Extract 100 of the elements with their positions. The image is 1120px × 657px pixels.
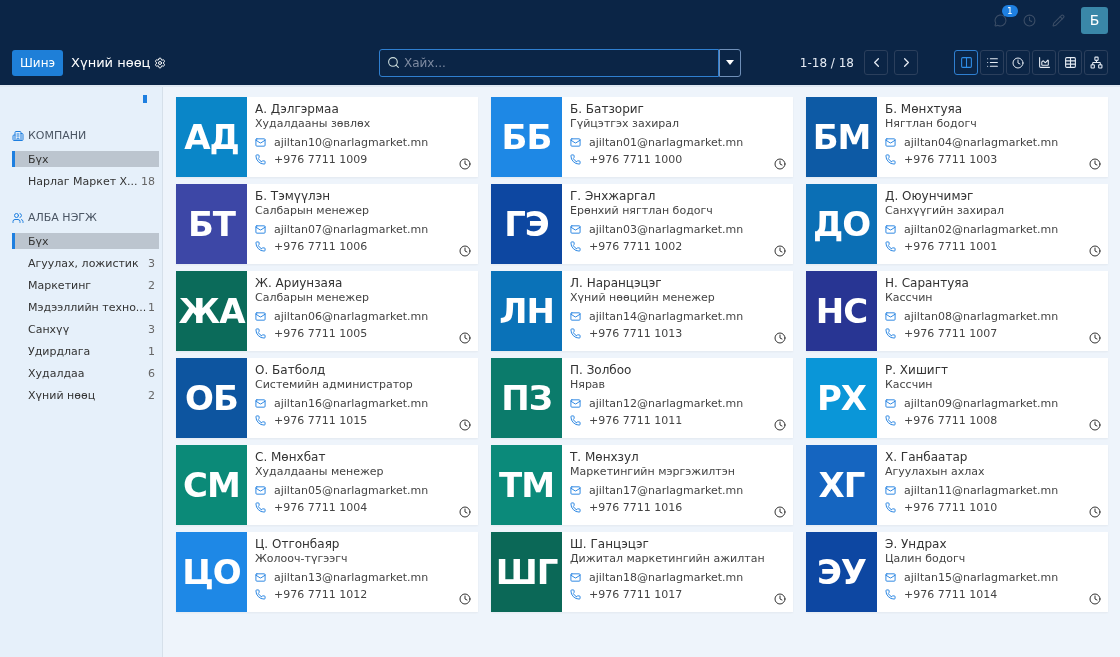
phone-text: +976 7711 1007 [904,326,998,340]
clock-icon[interactable] [459,506,471,518]
initials-tile: ОБ [176,358,247,438]
previous-button[interactable] [864,50,888,75]
phone-text: +976 7711 1003 [904,152,998,166]
section-title: АЛБА НЭГЖ [28,211,97,224]
sidebar-toggle[interactable] [143,95,147,103]
clock-icon[interactable] [459,419,471,431]
clock-icon[interactable] [1089,332,1101,344]
initials-tile: ДО [806,184,877,264]
initials-tile: НС [806,271,877,351]
clock-icon[interactable] [1089,158,1101,170]
employee-card[interactable]: ПЗ П. Золбоо Нярав ajiltan12@narlagmarket.mn +976 7711 1011 [491,358,793,438]
list-icon [985,56,999,69]
employee-name: Г. Энхжаргал [570,189,657,203]
list-view-button[interactable] [980,50,1004,75]
initials-tile: ЖА [176,271,247,351]
user-avatar[interactable]: Б [1081,6,1108,34]
phone-text: +976 7711 1008 [904,413,998,427]
job-title: Нягтлан бодогч [885,117,978,130]
employee-name: Н. Сарантуяа [885,276,970,290]
employee-card[interactable]: БМ Б. Мөнхтуяа Нягтлан бодогч ajiltan04@narlagmarket.mn +976 7711 1003 [806,97,1108,177]
settings-icon[interactable] [154,56,167,69]
clock-icon[interactable] [774,332,786,344]
phone-text: +976 7711 1014 [904,587,998,601]
initials-tile: ББ [491,97,562,177]
new-button[interactable]: Шинэ [12,49,64,76]
clock-icon[interactable] [774,419,786,431]
email-text: ajiltan13@narlagmarket.mn [274,570,429,584]
clock-icon [1012,56,1024,69]
clock-icon[interactable] [459,158,471,170]
employee-card[interactable]: СМ С. Мөнхбат Худалдааны менежер ajiltan05@narlagmarket.mn +976 7711 1004 [176,445,478,525]
employee-card[interactable]: ШГ Ш. Ганцэцэг Дижитал маркетингийн ажилтан ajiltan18@narlagmarket.mn +976 7711 1017 [491,532,793,612]
building-icon [12,129,24,142]
phone-icon [885,327,896,339]
clock-icon[interactable] [774,506,786,518]
filter-item[interactable]: Худалдаа 6 [12,365,159,381]
initials-tile: ЦО [176,532,247,612]
employee-card[interactable]: РХ Р. Хишигт Кассчин ajiltan09@narlagmarket.mn +976 7711 1008 [806,358,1108,438]
search-field[interactable]: Хайх... [379,48,719,77]
clock-icon[interactable] [1089,593,1101,605]
next-button[interactable] [894,50,918,75]
pivot-view-button[interactable] [1058,50,1082,75]
graph-view-button[interactable] [1032,50,1056,75]
filter-item[interactable]: Санхүү 3 [12,321,159,337]
mail-icon [570,136,581,148]
phone-text: +976 7711 1005 [274,326,368,340]
mail-icon [255,223,266,235]
section-title: КОМПАНИ [28,129,87,142]
employee-card[interactable]: АД А. Дэлгэрмаа Худалдааны зөвлөх ajiltan10@narlagmarket.mn +976 7711 1009 [176,97,478,177]
employee-card[interactable]: ББ Б. Батзориг Гүйцэтгэх захирал ajiltan01@narlagmarket.mn +976 7711 1000 [491,97,793,177]
clock-icon[interactable] [774,593,786,605]
chat-icon[interactable] [994,13,1007,27]
employee-card[interactable]: ЛН Л. Наранцэцэг Хүний нөөцийн менежер ajiltan14@narlagmarket.mn +976 7711 1013 [491,271,793,351]
employee-name: Л. Наранцэцэг [570,276,663,290]
mail-icon [570,310,581,322]
clock-icon[interactable] [1089,245,1101,257]
clock-icon[interactable] [459,245,471,257]
activity-view-button[interactable] [1006,50,1030,75]
employee-card[interactable]: ЦО Ц. Отгонбаяр Жолооч-түгээгч ajiltan13@narlagmarket.mn +976 7711 1012 [176,532,478,612]
employee-card[interactable]: ЭУ Э. Ундрах Цалин бодогч ajiltan15@narlagmarket.mn +976 7711 1014 [806,532,1108,612]
email-text: ajiltan18@narlagmarket.mn [589,570,744,584]
email-text: ajiltan15@narlagmarket.mn [904,570,1059,584]
email-text: ajiltan08@narlagmarket.mn [904,309,1059,323]
employee-card[interactable]: ДО Д. Оюунчимэг Санхүүгийн захирал ajiltan02@narlagmarket.mn +976 7711 1001 [806,184,1108,264]
clock-icon[interactable] [459,332,471,344]
employee-card[interactable]: ТМ Т. Мөнхзул Маркетингийн мэргэжилтэн ajiltan17@narlagmarket.mn +976 7711 1016 [491,445,793,525]
mail-icon [885,310,896,322]
email-text: ajiltan10@narlagmarket.mn [274,135,429,149]
dropdown-toggle[interactable] [719,48,741,77]
clock-icon[interactable] [774,158,786,170]
job-title: Системийн администратор [255,378,414,391]
filter-item[interactable]: Бүх [12,151,159,167]
filter-item[interactable]: Агуулах, ложистик 3 [12,255,159,271]
filter-item[interactable]: Мэдээллийн техно...1 [12,299,159,315]
clock-icon[interactable] [1089,506,1101,518]
employee-card[interactable]: ОБ О. Батболд Системийн администратор ajiltan16@narlagmarket.mn +976 7711 1015 [176,358,478,438]
filter-item[interactable]: Нарлаг Маркет Х... 18 [12,173,159,189]
employee-name: Р. Хишигт [885,363,949,377]
filter-item[interactable]: Маркетинг 2 [12,277,159,293]
employee-card[interactable]: ХГ Х. Ганбаатар Агуулахын ахлах ajiltan11@narlagmarket.mn +976 7711 1010 [806,445,1108,525]
filter-item[interactable]: Бүх [12,233,159,249]
filter-item[interactable]: Хүний нөөц 2 [12,387,159,403]
employee-card[interactable]: ГЭ Г. Энхжаргал Ерөнхий нягтлан бодогч ajiltan03@narlagmarket.mn +976 7711 1002 [491,184,793,264]
area-chart-icon [1037,56,1051,69]
employee-name: Т. Мөнхзул [570,450,640,464]
email-text: ajiltan06@narlagmarket.mn [274,309,429,323]
employee-card[interactable]: БТ Б. Тэмүүлэн Салбарын менежер ajiltan07@narlagmarket.mn +976 7711 1006 [176,184,478,264]
clock-icon[interactable] [1089,419,1101,431]
employee-card[interactable]: ЖА Ж. Ариунзаяа Салбарын менежер ajiltan06@narlagmarket.mn +976 7711 1005 [176,271,478,351]
clock-icon[interactable] [774,245,786,257]
kanban-view-button[interactable] [954,50,978,75]
clock-icon[interactable] [459,593,471,605]
employee-card[interactable]: НС Н. Сарантуяа Кассчин ajiltan08@narlagmarket.mn +976 7711 1007 [806,271,1108,351]
initials-tile: ЭУ [806,532,877,612]
mail-icon [570,571,581,583]
hierarchy-view-button[interactable] [1084,50,1108,75]
filter-item[interactable]: Удирдлага 1 [12,343,159,359]
phone-text: +976 7711 1016 [589,500,683,514]
employee-name: Д. Оюунчимэг [885,189,975,203]
